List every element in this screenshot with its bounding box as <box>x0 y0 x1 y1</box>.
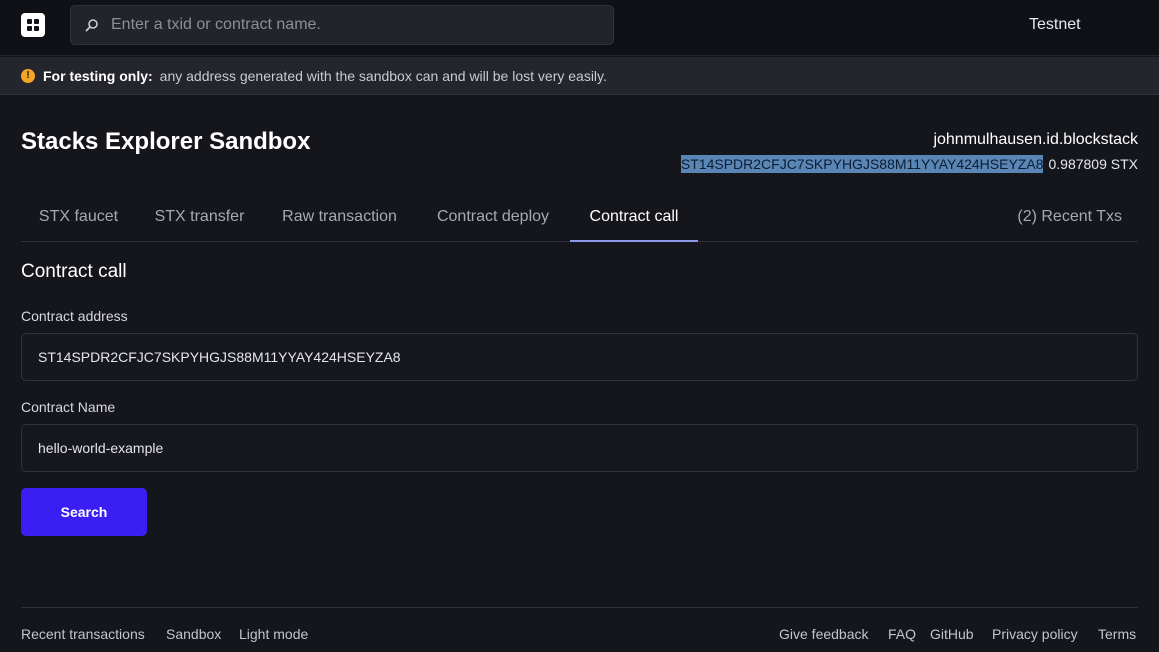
search-button[interactable]: Search <box>21 488 147 536</box>
account-address[interactable]: ST14SPDR2CFJC7SKPYHGJS88M11YYAY424HSEYZA… <box>680 155 1044 173</box>
search-bar[interactable] <box>70 5 614 45</box>
footer-link-github[interactable]: GitHub <box>930 626 974 642</box>
warning-icon: ! <box>21 68 35 83</box>
account-balance: 0.987809 STX <box>1048 156 1138 172</box>
account-info: ST14SPDR2CFJC7SKPYHGJS88M11YYAY424HSEYZA… <box>680 155 1138 173</box>
account-name[interactable]: johnmulhausen.id.blockstack <box>933 131 1138 149</box>
footer-link-give-feedback[interactable]: Give feedback <box>779 626 869 642</box>
page-title: Stacks Explorer Sandbox <box>21 128 311 155</box>
contract-address-field[interactable] <box>21 333 1138 381</box>
footer-link-faq[interactable]: FAQ <box>888 626 916 642</box>
banner-bold-text: For testing only: <box>43 67 153 84</box>
footer-link-light-mode[interactable]: Light mode <box>239 626 308 642</box>
contract-address-input[interactable] <box>38 334 1137 380</box>
contract-name-input[interactable] <box>38 425 1137 471</box>
footer-link-sandbox[interactable]: Sandbox <box>166 626 221 642</box>
footer-link-privacy-policy[interactable]: Privacy policy <box>992 626 1078 642</box>
search-input[interactable] <box>111 6 613 44</box>
contract-name-label: Contract Name <box>21 399 116 415</box>
tab-stx-transfer[interactable]: STX transfer <box>136 193 263 241</box>
footer-link-terms[interactable]: Terms <box>1098 626 1136 642</box>
tab-contract-deploy[interactable]: Contract deploy <box>416 193 570 241</box>
tab-raw-transaction[interactable]: Raw transaction <box>263 193 416 241</box>
network-selector[interactable]: Testnet <box>1029 16 1081 34</box>
testing-banner: ! For testing only: any address generate… <box>0 57 1159 95</box>
contract-name-field[interactable] <box>21 424 1138 472</box>
tab-contract-call[interactable]: Contract call <box>570 193 698 242</box>
search-icon <box>85 18 99 32</box>
recent-txs-button[interactable]: (2) Recent Txs <box>1017 193 1122 241</box>
footer-link-recent-transactions[interactable]: Recent transactions <box>21 626 145 642</box>
sandbox-tabs: STX faucet STX transfer Raw transaction … <box>21 193 1138 242</box>
footer: Recent transactions Sandbox Light mode G… <box>21 607 1138 652</box>
top-navbar: Testnet <box>0 0 1159 56</box>
section-title: Contract call <box>21 261 127 282</box>
banner-message: any address generated with the sandbox c… <box>159 67 607 84</box>
contract-address-label: Contract address <box>21 308 128 324</box>
stacks-logo-icon[interactable] <box>21 13 45 37</box>
tab-stx-faucet[interactable]: STX faucet <box>21 193 136 241</box>
